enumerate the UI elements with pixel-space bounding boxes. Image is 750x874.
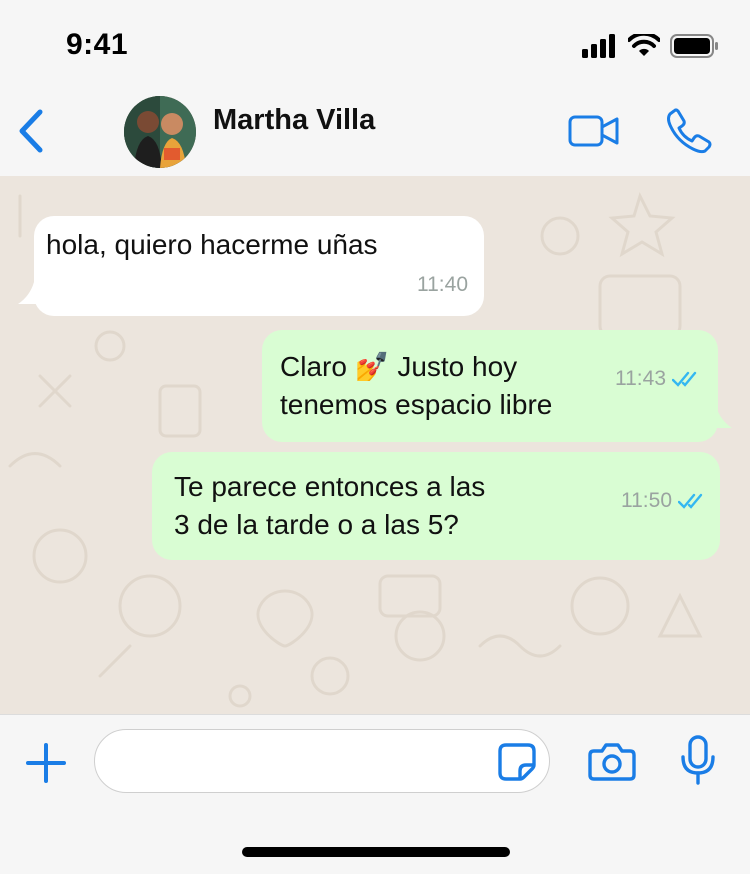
battery-icon: [670, 34, 718, 58]
cellular-signal-icon: [582, 34, 615, 58]
status-icons: [582, 34, 720, 58]
message-time: 11:43: [615, 367, 666, 390]
video-camera-icon: [568, 115, 619, 147]
attach-button[interactable]: [26, 743, 66, 783]
voice-call-button[interactable]: [666, 108, 712, 154]
message-meta: 11:50: [621, 482, 706, 520]
plus-icon: [26, 743, 66, 783]
wifi-icon: [628, 34, 660, 56]
phone-icon: [667, 108, 712, 154]
video-call-button[interactable]: [568, 114, 620, 148]
message-time: 11:40: [417, 273, 468, 296]
sticker-button[interactable]: [498, 743, 536, 781]
message-bubble-incoming[interactable]: hola, quiero hacerme uñas 11:40: [18, 216, 484, 316]
microphone-button[interactable]: [680, 735, 716, 787]
message-input[interactable]: [94, 729, 550, 793]
message-text: Te parece entonces a las 3 de la tarde o…: [174, 471, 486, 540]
back-button[interactable]: [16, 108, 46, 154]
camera-button[interactable]: [588, 741, 636, 781]
message-meta: 11:43: [615, 360, 700, 398]
message-meta: 11:40: [417, 266, 468, 304]
message-time: 11:50: [621, 489, 672, 512]
bubble-tail: [18, 282, 40, 304]
chat-header: Martha Villa: [0, 88, 750, 176]
message-text: hola, quiero hacerme uñas: [46, 229, 378, 260]
bubble-tail: [710, 406, 732, 428]
double-check-icon: [672, 371, 697, 387]
home-indicator[interactable]: [242, 847, 510, 857]
avatar[interactable]: [124, 96, 196, 168]
status-time: 9:41: [66, 28, 129, 61]
double-check-icon: [678, 493, 703, 509]
message-bubble-outgoing[interactable]: Te parece entonces a las 3 de la tarde o…: [152, 452, 720, 560]
camera-icon: [588, 743, 636, 781]
message-input-bar: [0, 714, 750, 874]
message-text: Claro 💅 Justo hoy tenemos espacio libre: [280, 351, 553, 420]
contact-name[interactable]: Martha Villa: [213, 104, 375, 137]
message-list[interactable]: hola, quiero hacerme uñas 11:40 Claro 💅 …: [0, 176, 750, 714]
avatar-photo: [124, 96, 196, 168]
chevron-left-icon: [19, 109, 43, 153]
microphone-icon: [681, 735, 715, 785]
status-bar: 9:41: [0, 0, 750, 88]
message-bubble-outgoing[interactable]: Claro 💅 Justo hoy tenemos espacio libre …: [262, 330, 732, 442]
sticker-icon: [498, 743, 536, 781]
